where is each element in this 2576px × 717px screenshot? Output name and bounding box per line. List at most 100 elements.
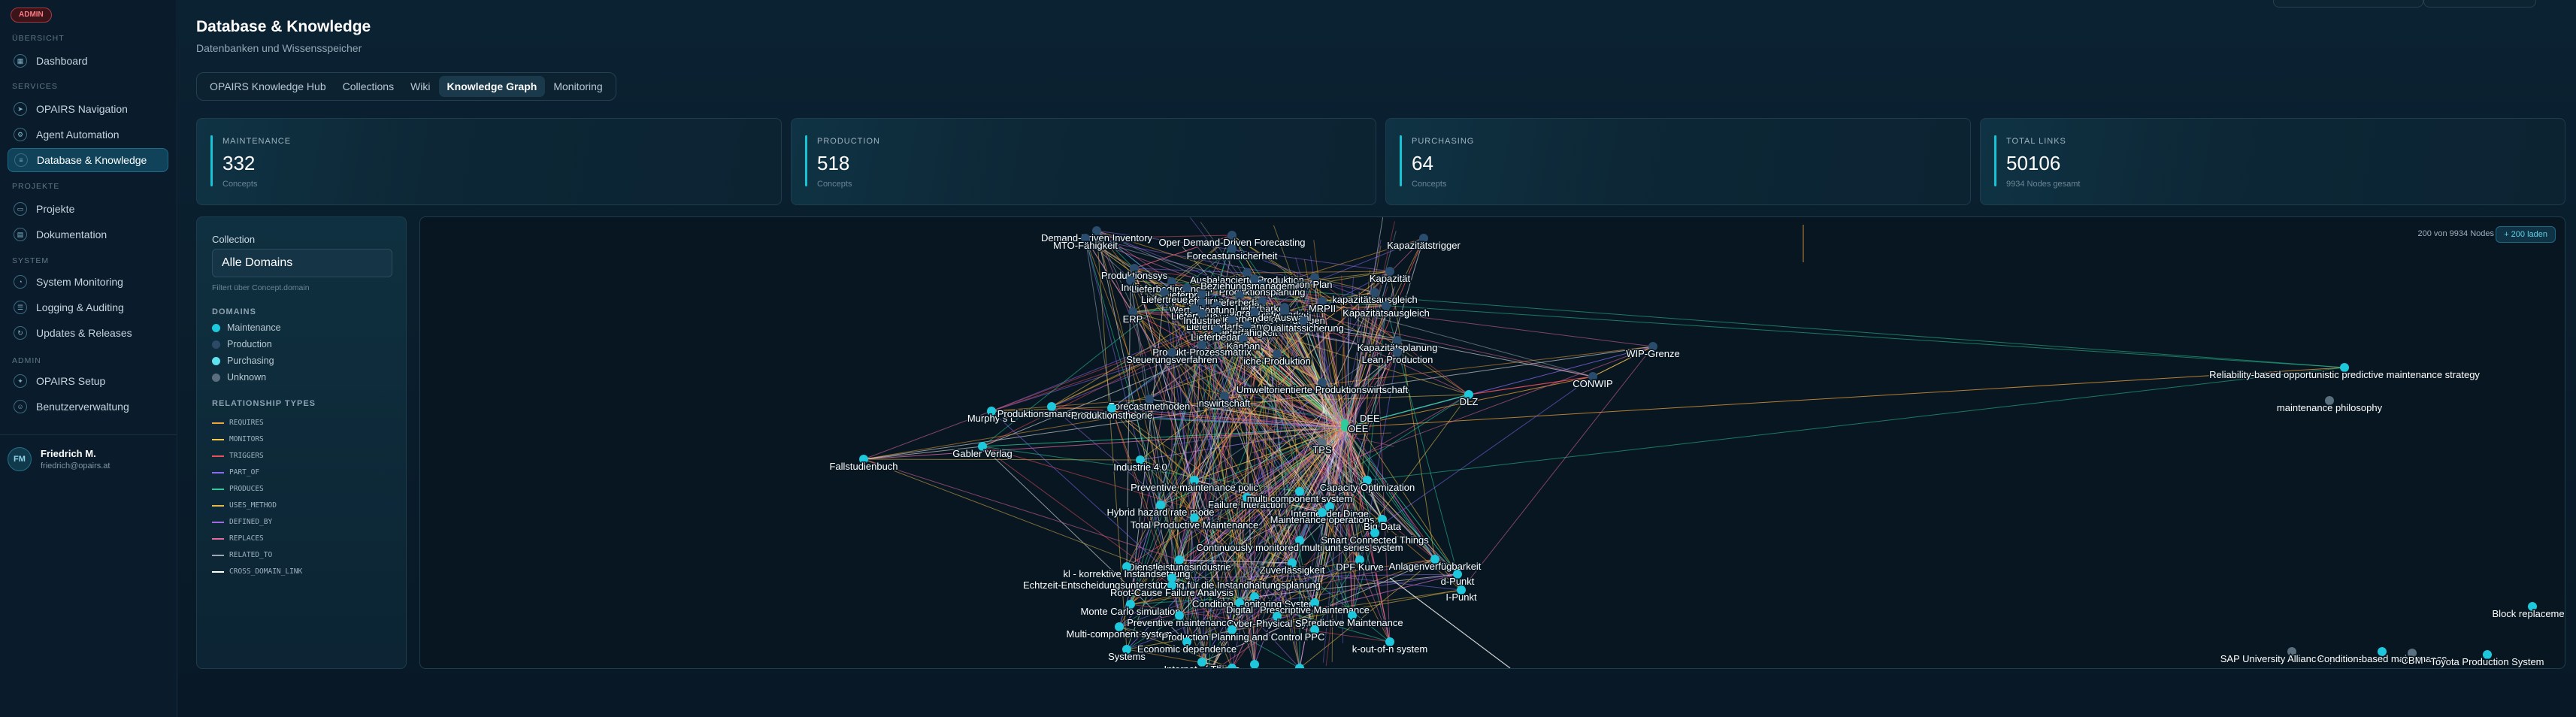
graph-node-label: WIP-Grenze [1626, 348, 1680, 359]
top-search-button[interactable] [2273, 0, 2423, 8]
domain-label: Maintenance [227, 322, 281, 333]
graph-edge [1461, 346, 1654, 591]
stat-accent-bar [1400, 135, 1402, 186]
knowledge-graph-canvas[interactable]: Demand-Driven Inventory MTO-Fähigkeit Oper… [419, 216, 2565, 669]
sidebar-item-updates-releases[interactable]: ↻ Updates & Releases [8, 321, 168, 345]
graph-node-label: Umweltorientierte Produktionswirtschaft [1237, 384, 1409, 395]
graph-node-label: PPC [1305, 631, 1325, 643]
domains-heading: DOMAINS [212, 307, 256, 316]
sidebar-item-label: Database & Knowledge [37, 154, 147, 166]
graph-node[interactable]: maintenance philosophy [2275, 396, 2384, 415]
graph-node-label: Big Data [1364, 521, 1402, 532]
user-profile[interactable]: FM Friedrich M. friedrich@opairs.at [0, 434, 177, 483]
graph-node-label: Total Productive Maintenance [1131, 519, 1259, 531]
graph-node[interactable]: Reliability-based opportunistic predicti… [2208, 363, 2481, 382]
rel-label: TRIGGERS [229, 452, 264, 460]
user-name: Friedrich M. [41, 447, 96, 459]
graph-node-label: Kapazitätsausgleich [1342, 307, 1430, 319]
rel-defined-by[interactable]: DEFINED_BY [212, 518, 272, 526]
graph-node[interactable]: Toyota Production System [2429, 650, 2545, 668]
graph-node[interactable]: WIP-Grenze [1625, 342, 1681, 361]
graph-node[interactable]: Anlagenverfügbarkeit [1388, 555, 1482, 573]
rel-related-to[interactable]: RELATED_TO [212, 551, 272, 559]
sidebar-item-dashboard[interactable]: ▦ Dashboard [8, 49, 168, 73]
sidebar-section-admin: ADMIN [12, 356, 41, 365]
sidebar-item-opairs-navigation[interactable]: ➤ OPAIRS Navigation [8, 97, 168, 121]
rel-line [212, 570, 224, 573]
graph-node[interactable]: I-Punkt [1445, 585, 1478, 604]
graph-node[interactable]: Block replacement [2491, 602, 2565, 621]
graph-node[interactable]: Gabler Verlag [952, 442, 1013, 461]
graph-node-label: d-Punkt [1441, 576, 1475, 587]
rel-monitors[interactable]: MONITORS [212, 435, 264, 443]
graph-node-label: Fallstudienbuch [829, 461, 898, 472]
domain-label: Production [227, 339, 272, 349]
graph-node[interactable]: Kapazitätstrigger [1386, 234, 1462, 253]
page-subtitle: Datenbanken und Wissensspeicher [196, 42, 362, 54]
graph-node[interactable]: DPF Kurve [1335, 555, 1385, 574]
tab-knowledge-graph[interactable]: Knowledge Graph [438, 76, 546, 97]
graph-node-label: TPS [1312, 444, 1332, 455]
graph-node-label: Industrie 4.0 [1113, 461, 1167, 473]
stat-value: 518 [817, 152, 850, 174]
rel-triggers[interactable]: TRIGGERS [212, 452, 264, 460]
filter-panel: Collection Alle Domains Filtert über Con… [196, 216, 407, 669]
top-action-button[interactable] [2423, 0, 2536, 8]
rel-requires[interactable]: REQUIRES [212, 419, 264, 427]
domain-dot [212, 340, 220, 349]
graph-node-label: kapazitätsausgleich [1332, 294, 1417, 305]
stat-label: MAINTENANCE [222, 137, 292, 146]
sidebar-item-database-knowledge[interactable]: ≡ Database & Knowledge [8, 148, 168, 172]
collection-select[interactable]: Alle Domains [212, 249, 392, 277]
dashboard-icon: ▦ [14, 54, 27, 68]
domain-production[interactable]: Production [212, 339, 272, 349]
rel-part-of[interactable]: PART_OF [212, 468, 259, 476]
stat-accent-bar [1994, 135, 1996, 186]
tab-monitoring[interactable]: Monitoring [545, 76, 610, 97]
graph-node[interactable]: CONWIP [1572, 372, 1614, 391]
rel-produces[interactable]: PRODUCES [212, 485, 264, 493]
stat-value: 50106 [2006, 152, 2061, 174]
sidebar-item-opairs-setup[interactable]: ✦ OPAIRS Setup [8, 369, 168, 393]
graph-svg[interactable]: Demand-Driven InventoryMTO-Fähigkeit Oper… [420, 217, 2565, 669]
sidebar-item-benutzerverwaltung[interactable]: ☺ Benutzerverwaltung [8, 395, 168, 419]
sidebar-section-overview: ÜBERSICHT [12, 34, 65, 43]
graph-node[interactable]: k-out-of-n system [1351, 637, 1429, 656]
folder-icon: ▭ [14, 202, 27, 216]
sidebar-item-dokumentation[interactable]: ▤ Dokumentation [8, 222, 168, 247]
graph-node-label: Kapazität [1370, 273, 1411, 284]
graph-node-label: Liefertreue [1141, 294, 1188, 305]
collection-hint: Filtert über Concept.domain [212, 283, 310, 292]
graph-node[interactable]: d-Punkt [1439, 570, 1476, 588]
sidebar-item-projekte[interactable]: ▭ Projekte [8, 197, 168, 221]
sidebar-item-logging-auditing[interactable]: ☰ Logging & Auditing [8, 295, 168, 319]
domain-maintenance[interactable]: Maintenance [212, 322, 281, 333]
sidebar-item-label: OPAIRS Setup [36, 375, 106, 387]
rel-uses-method[interactable]: USES_METHOD [212, 501, 277, 510]
graph-node[interactable]: CBM [2400, 649, 2424, 667]
rel-label: USES_METHOD [229, 501, 277, 510]
domain-dot [212, 373, 220, 382]
rel-label: RELATED_TO [229, 551, 273, 559]
domain-purchasing[interactable]: Purchasing [212, 355, 274, 366]
graph-node[interactable]: Industrie 4.0 [1112, 455, 1168, 474]
load-more-button[interactable]: + 200 laden [2496, 226, 2556, 243]
tab-wiki[interactable]: Wiki [402, 76, 438, 97]
rel-replaces[interactable]: REPLACES [212, 534, 264, 543]
sidebar-item-agent-automation[interactable]: ⚙ Agent Automation [8, 123, 168, 147]
graph-edge [1367, 367, 2345, 481]
stat-value: 64 [1412, 152, 1433, 174]
domain-unknown[interactable]: Unknown [212, 372, 266, 383]
rel-label: DEFINED_BY [229, 518, 273, 526]
rel-label: REPLACES [229, 534, 264, 543]
tab-knowledge-hub[interactable]: OPAIRS Knowledge Hub [201, 76, 334, 97]
graph-node-label: Block replacement [2493, 608, 2565, 619]
rel-line [212, 422, 224, 424]
graph-node[interactable]: Condition-based maintenance [2316, 647, 2448, 666]
tab-collections[interactable]: Collections [334, 76, 402, 97]
sidebar-item-system-monitoring[interactable]: ◔ System Monitoring [8, 270, 168, 294]
rel-line [212, 521, 224, 523]
rel-line [212, 537, 224, 540]
graph-node[interactable]: ERP [1122, 307, 1144, 326]
rel-cross-domain-link[interactable]: CROSS_DOMAIN_LINK [212, 567, 302, 576]
